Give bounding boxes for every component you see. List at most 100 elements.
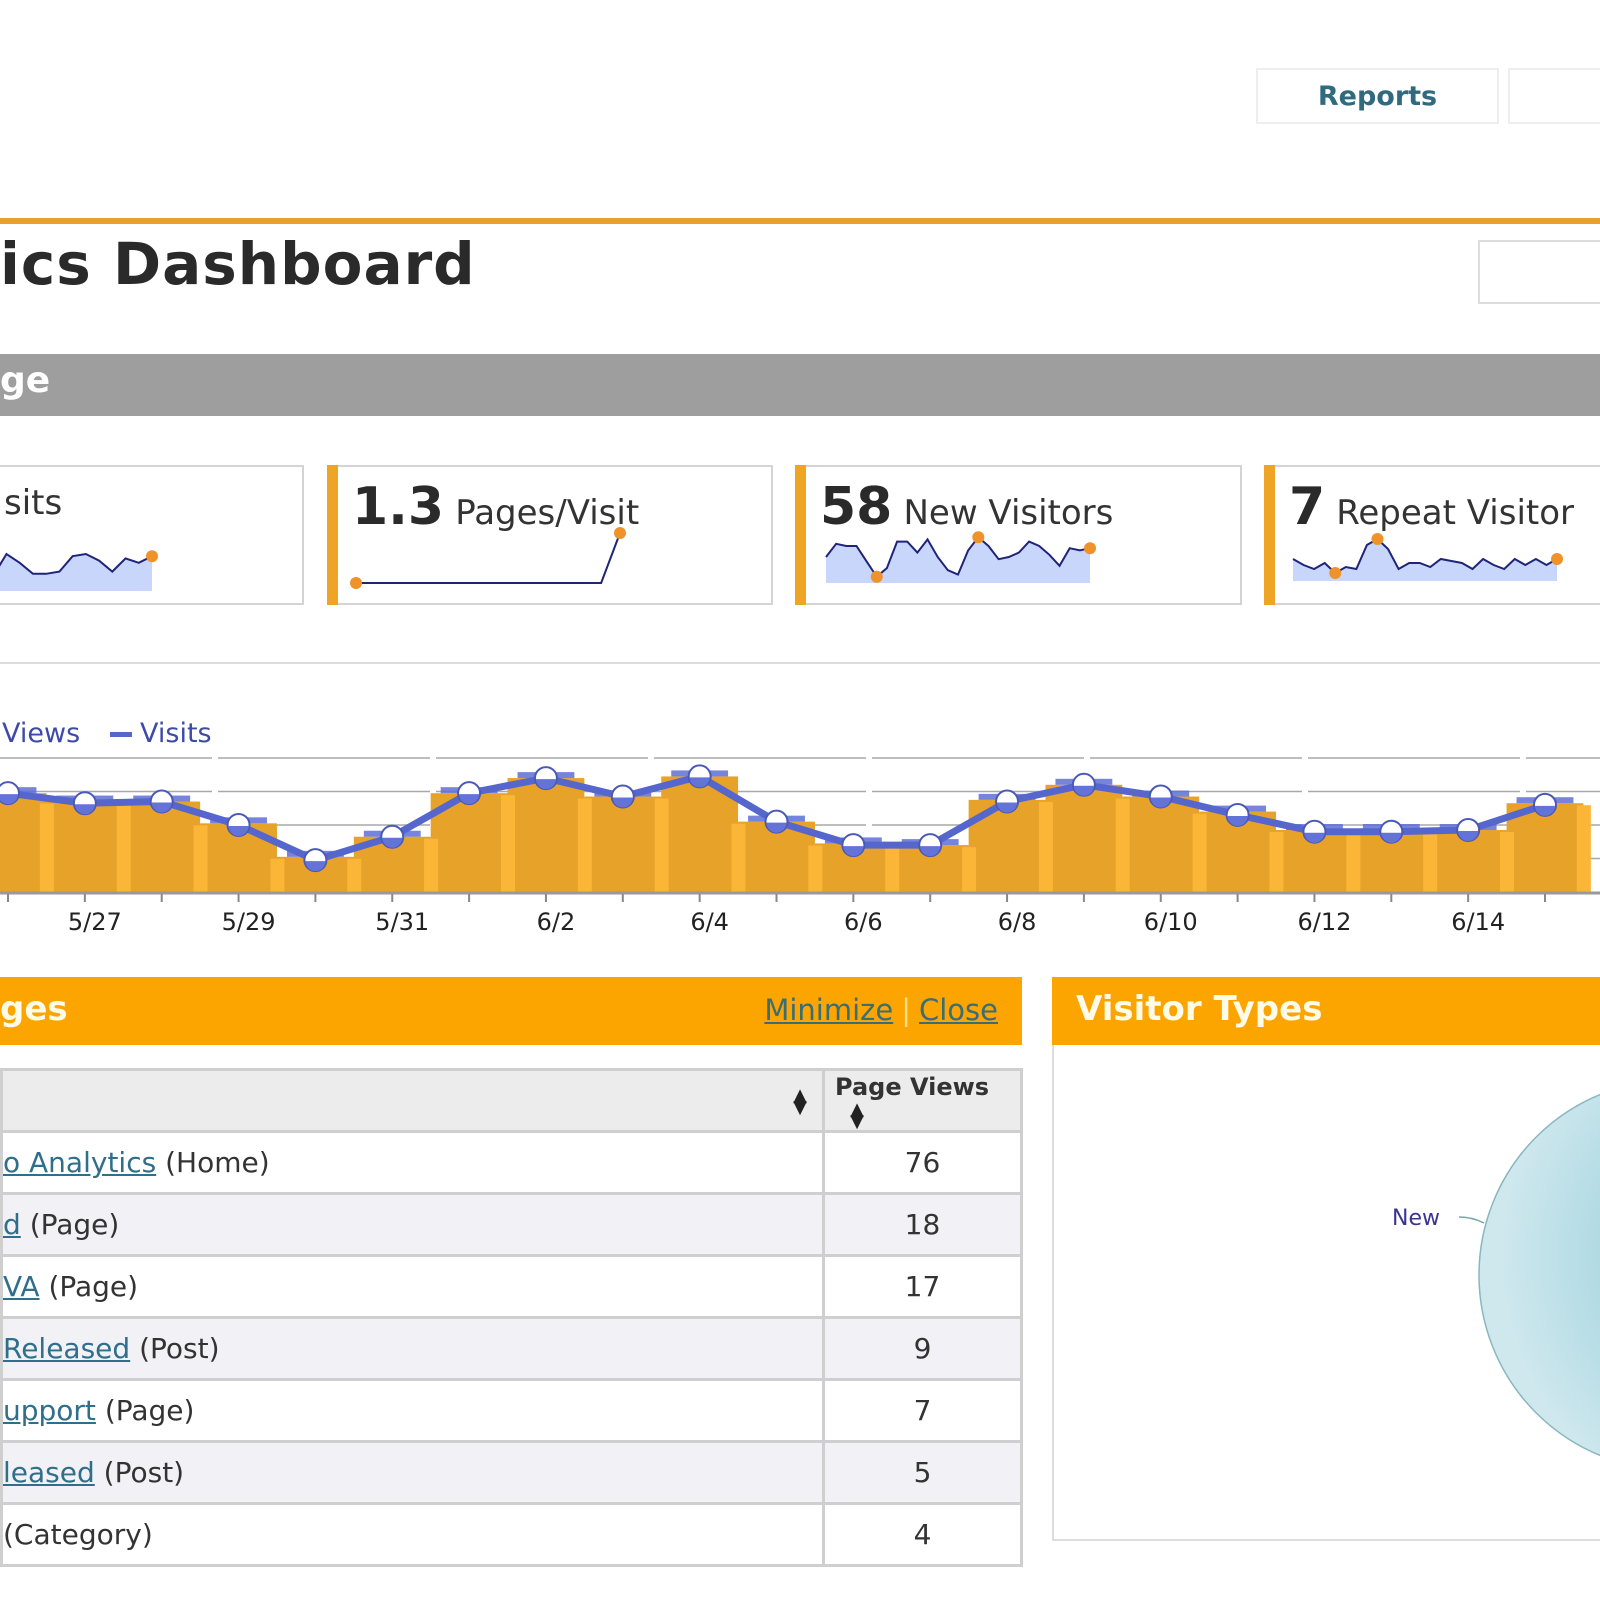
- sparkline-marker: [614, 527, 626, 539]
- table-row: d (Page) 18: [0, 1192, 1023, 1257]
- bar-stripe: [500, 795, 515, 892]
- data-point-visits: [0, 781, 20, 806]
- table-row: leased (Post) 5: [0, 1440, 1023, 1505]
- bar-stripe: [270, 858, 285, 892]
- section-header-label: ge: [0, 360, 51, 401]
- bar-stripe: [962, 847, 977, 892]
- top-pages-widget-header: ges Minimize | Close: [0, 977, 1022, 1045]
- top-pages-table: ▲ ▼ Page Views ▲ ▼ o Analytics (Home) 76 d (…: [0, 1068, 1023, 1567]
- bar-views: [123, 801, 201, 892]
- x-tick-label: 6/10: [1144, 908, 1198, 936]
- page-views-cell: 17: [822, 1254, 1023, 1319]
- data-point-visits: [764, 809, 789, 834]
- column-header-page[interactable]: ▲ ▼: [0, 1068, 825, 1133]
- bar-stripe: [116, 803, 131, 892]
- page-type: (Page): [104, 1394, 195, 1427]
- divider: [0, 662, 1600, 664]
- reports-nav-label: Reports: [1317, 80, 1438, 112]
- kpi-card-repeat-visitors: 7 Repeat Visitor: [1275, 465, 1600, 605]
- sparkline-marker: [1329, 567, 1342, 579]
- sparkline-marker: [1551, 553, 1563, 565]
- sparkline-marker: [350, 577, 362, 589]
- bar-stripe: [1038, 801, 1053, 892]
- bar-stripe: [885, 847, 900, 892]
- page-link[interactable]: VA: [3, 1270, 40, 1303]
- data-point-visits: [72, 791, 97, 816]
- data-point-visits: [1225, 802, 1250, 827]
- legend-swatch-visits: [110, 732, 132, 737]
- bar-stripe: [1346, 832, 1361, 892]
- kpi-accent-bar: [327, 465, 338, 605]
- data-point-visits: [1533, 792, 1557, 817]
- bar-views: [1122, 796, 1200, 892]
- x-tick-label: 5/27: [68, 908, 122, 936]
- page-link[interactable]: leased: [3, 1456, 95, 1489]
- sparkline-marker: [870, 570, 883, 583]
- sort-icon[interactable]: ▲ ▼: [792, 1086, 808, 1116]
- data-point-visits: [226, 813, 251, 837]
- page-name-cell: Released (Post): [0, 1316, 825, 1381]
- bar-stripe: [1576, 805, 1591, 892]
- reports-nav-button[interactable]: Reports: [1256, 68, 1499, 124]
- page-name-cell: o Analytics (Home): [0, 1130, 825, 1195]
- data-point-visits: [918, 833, 943, 858]
- kpi-label: sits: [4, 483, 63, 523]
- x-tick-label: 6/12: [1297, 908, 1351, 936]
- column-header-page-views[interactable]: Page Views ▲ ▼: [822, 1068, 1023, 1133]
- page-link[interactable]: d: [3, 1208, 21, 1241]
- bar-stripe: [577, 798, 592, 892]
- page-type: (Category): [3, 1518, 153, 1551]
- table-row: VA (Page) 17: [0, 1254, 1023, 1319]
- data-point-visits: [1148, 784, 1173, 809]
- table-row: o Analytics (Home) 76: [0, 1130, 1023, 1195]
- date-range-box[interactable]: [1478, 240, 1600, 304]
- bar-views: [584, 796, 662, 892]
- x-tick-label: 6/4: [690, 908, 729, 936]
- pie-slice-new[interactable]: [1478, 1080, 1600, 1470]
- data-point-visits: [1456, 818, 1481, 843]
- data-point-visits: [610, 784, 635, 809]
- page-name-cell: upport (Page): [0, 1378, 825, 1443]
- x-tick-label: 6/14: [1451, 908, 1505, 936]
- page-link[interactable]: upport: [3, 1394, 96, 1427]
- sparkline-marker: [1371, 533, 1384, 545]
- visitor-types-pie: New: [1392, 1080, 1600, 1470]
- page-name-cell: leased (Post): [0, 1440, 825, 1505]
- kpi-card-pages-per-visit: 1.3 Pages/Visit: [338, 465, 773, 605]
- sparkline-marker: [972, 531, 985, 544]
- data-point-visits: [533, 766, 558, 791]
- data-point-visits: [1379, 819, 1404, 844]
- section-header-bar: ge: [0, 354, 1600, 416]
- page-name-cell: d (Page): [0, 1192, 825, 1257]
- page-link[interactable]: Released: [3, 1332, 130, 1365]
- data-point-visits: [687, 764, 712, 789]
- bar-stripe: [731, 823, 746, 892]
- data-point-visits: [1071, 772, 1096, 797]
- kpi-sparkline: [0, 550, 158, 591]
- table-row: upport (Page) 7: [0, 1378, 1023, 1443]
- pie-label-leader: [1458, 1216, 1485, 1224]
- data-point-visits: [149, 789, 174, 814]
- page-link[interactable]: o Analytics: [3, 1146, 156, 1179]
- next-nav-button[interactable]: [1508, 68, 1600, 124]
- kpi-sparkline: [1292, 533, 1563, 581]
- data-point-visits: [303, 848, 328, 873]
- bar-stripe: [193, 825, 208, 892]
- page-type: (Home): [165, 1146, 270, 1179]
- data-point-visits: [457, 781, 482, 806]
- x-tick-label: 6/8: [998, 908, 1037, 936]
- page-views-cell: 7: [822, 1378, 1023, 1443]
- bar-stripe: [39, 803, 54, 892]
- sparkline-marker: [146, 550, 158, 563]
- visitor-types-widget-header: Visitor Types: [1052, 977, 1600, 1045]
- table-row: (Category) 4: [0, 1502, 1023, 1567]
- minimize-link[interactable]: Minimize: [764, 993, 893, 1027]
- bar-stripe: [424, 838, 439, 892]
- kpi-accent-bar: [795, 465, 806, 605]
- widget-controls: Minimize | Close: [764, 993, 998, 1027]
- bar-stripe: [347, 858, 362, 892]
- close-link[interactable]: Close: [919, 993, 998, 1027]
- page-name-cell: (Category): [0, 1502, 825, 1567]
- x-tick-label: 6/6: [844, 908, 883, 936]
- sort-icon[interactable]: ▲ ▼: [849, 1100, 865, 1130]
